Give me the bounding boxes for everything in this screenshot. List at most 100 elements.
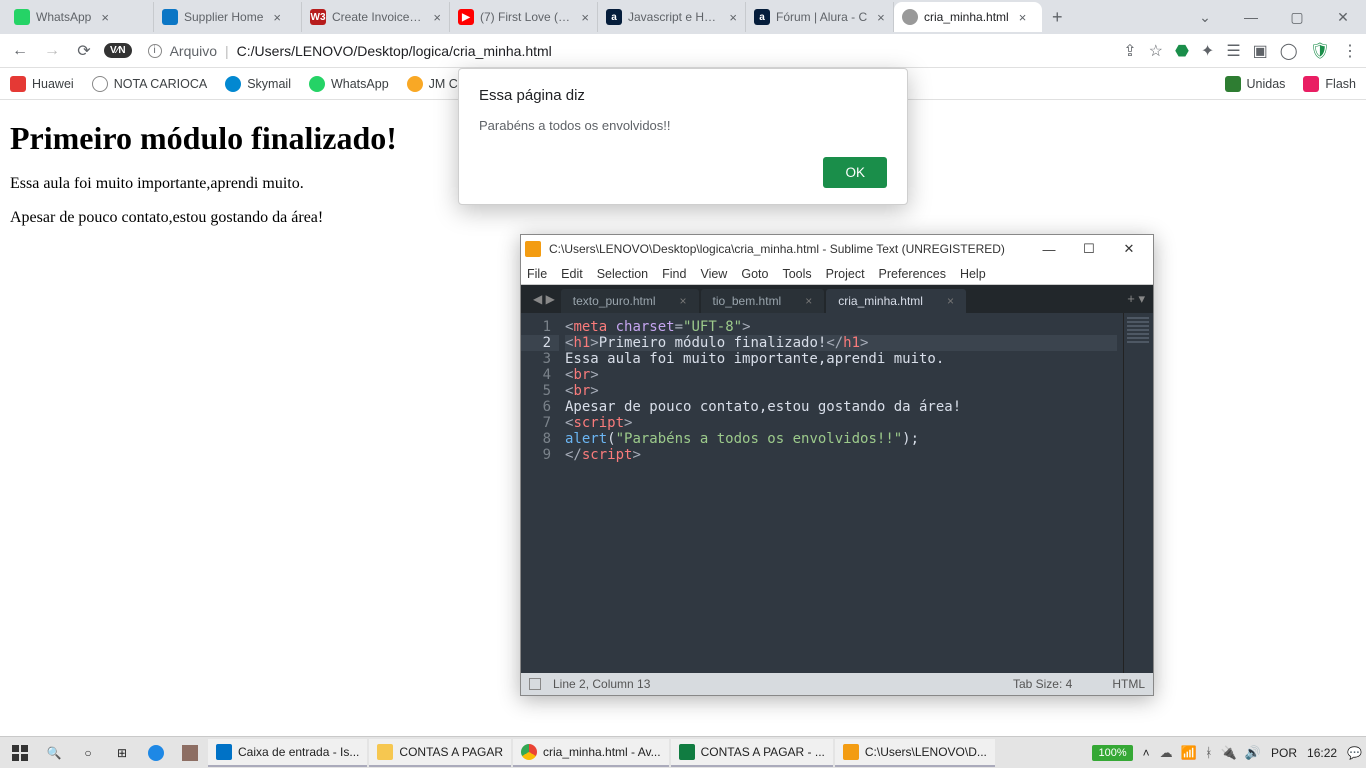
chevron-down-icon[interactable]: ⌄ [1182,0,1228,34]
tab-size-button[interactable]: Tab Size: 4 [1013,677,1072,691]
line-number: 1 [521,319,551,335]
notifications-icon[interactable]: 💬 [1347,746,1362,760]
sublime-tab-active[interactable]: cria_minha.html× [826,289,966,313]
minimap[interactable] [1123,313,1153,673]
pinned-app[interactable] [174,739,206,767]
browser-tab[interactable]: a Javascript e HTM × [598,2,746,32]
bluetooth-icon[interactable]: ᚼ [1205,745,1213,761]
menu-find[interactable]: Find [662,267,686,281]
reload-button[interactable]: ⟳ [72,39,96,63]
share-icon[interactable]: ⇪ [1123,41,1136,61]
forward-button[interactable]: → [40,39,64,63]
language-indicator[interactable]: POR [1271,746,1297,760]
menu-project[interactable]: Project [826,267,865,281]
browser-tab-active[interactable]: cria_minha.html × [894,2,1042,32]
menu-icon[interactable]: ⋮ [1342,41,1358,61]
taskbar-item-outlook[interactable]: Caixa de entrada - Is... [208,739,367,767]
bookmark-huawei[interactable]: Huawei [10,76,74,92]
menu-selection[interactable]: Selection [597,267,648,281]
tab-close-icon[interactable]: × [805,294,812,308]
window-close-button[interactable]: ✕ [1109,241,1149,257]
battery-indicator[interactable]: 100% [1092,745,1132,761]
task-view-icon[interactable]: ⊞ [106,739,138,767]
syntax-button[interactable]: HTML [1112,677,1145,691]
bookmark-jm[interactable]: JM Co [407,76,465,92]
url-input[interactable]: i Arquivo | C:/Users/LENOVO/Desktop/logi… [140,43,1116,59]
menu-file[interactable]: File [527,267,547,281]
menu-tools[interactable]: Tools [782,267,811,281]
clock[interactable]: 16:22 [1307,746,1337,760]
reading-list-icon[interactable]: ☰ [1226,41,1240,61]
sublime-tab[interactable]: texto_puro.html× [561,289,699,313]
onedrive-icon[interactable]: ☁ [1160,745,1173,761]
tab-nav-arrows[interactable]: ◀ ▶ [527,292,561,306]
favicon-alura: a [606,9,622,25]
panel-toggle-icon[interactable] [529,678,541,690]
bookmark-icon [309,76,325,92]
sublime-tab[interactable]: tio_bem.html× [701,289,825,313]
pinned-app[interactable] [140,739,172,767]
alert-title: Essa página diz [479,87,887,104]
power-icon[interactable]: 🔌 [1221,745,1237,761]
taskbar-item-folder[interactable]: CONTAS A PAGAR [369,739,511,767]
menu-preferences[interactable]: Preferences [879,267,946,281]
tab-overflow-icon[interactable]: + ▾ [1119,291,1153,307]
window-maximize-button[interactable]: ▢ [1274,0,1320,34]
browser-tab[interactable]: WhatsApp × [6,2,154,32]
window-minimize-button[interactable]: — [1029,242,1069,257]
new-tab-button[interactable]: + [1042,7,1073,28]
tab-close-icon[interactable]: × [273,10,281,25]
browser-tab[interactable]: ▶ (7) First Love (Sp × [450,2,598,32]
adblock-icon[interactable]: 🛡 [1310,41,1330,61]
profile-icon[interactable]: ◯ [1280,41,1298,61]
sublime-menu-bar: File Edit Selection Find View Goto Tools… [521,263,1153,285]
search-icon[interactable]: 🔍 [38,739,70,767]
bookmark-skymail[interactable]: Skymail [225,76,291,92]
tab-close-icon[interactable]: × [729,10,737,25]
line-number: 4 [521,367,551,383]
browser-tab[interactable]: Supplier Home × [154,2,302,32]
cortana-icon[interactable]: ○ [72,739,104,767]
back-button[interactable]: ← [8,39,32,63]
sublime-title-bar[interactable]: C:\Users\LENOVO\Desktop\logica\cria_minh… [521,235,1153,263]
star-icon[interactable]: ☆ [1149,41,1163,61]
tab-close-icon[interactable]: × [433,10,441,25]
volume-icon[interactable]: 🔊 [1245,745,1261,761]
menu-view[interactable]: View [700,267,727,281]
bookmark-unidas[interactable]: Unidas [1225,76,1286,92]
taskbar-item-chrome[interactable]: cria_minha.html - Av... [513,739,669,767]
bookmark-label: WhatsApp [331,77,389,91]
taskbar-item-excel[interactable]: CONTAS A PAGAR - ... [671,739,833,767]
code-editor[interactable]: <meta charset="UFT-8"> <h1>Primeiro módu… [559,313,1123,673]
menu-help[interactable]: Help [960,267,986,281]
tray-chevron-icon[interactable]: ˄ [1143,746,1150,760]
bookmark-nota-carioca[interactable]: NOTA CARIOCA [92,76,208,92]
bookmark-label: Huawei [32,77,74,91]
line-number: 7 [521,415,551,431]
tab-close-icon[interactable]: × [680,294,687,308]
tab-overview-icon[interactable]: ▣ [1253,41,1268,61]
favicon [162,9,178,25]
taskbar-item-sublime[interactable]: C:\Users\LENOVO\D... [835,739,995,767]
extensions-icon[interactable]: ✦ [1201,41,1214,61]
menu-edit[interactable]: Edit [561,267,583,281]
start-button[interactable] [4,739,36,767]
tab-close-icon[interactable]: × [101,10,109,25]
shield-icon[interactable]: ⬣ [1175,41,1189,61]
tab-close-icon[interactable]: × [1019,10,1027,25]
wifi-icon[interactable]: 📶 [1181,745,1197,761]
browser-tab[interactable]: W3 Create Invoice - e × [302,2,450,32]
menu-goto[interactable]: Goto [741,267,768,281]
alert-ok-button[interactable]: OK [823,157,887,188]
window-close-button[interactable]: ✕ [1320,0,1366,34]
tab-close-icon[interactable]: × [947,294,954,308]
tab-close-icon[interactable]: × [581,10,589,25]
tab-close-icon[interactable]: × [877,10,885,25]
url-scheme: Arquivo [170,43,217,59]
window-maximize-button[interactable]: ☐ [1069,241,1109,257]
vpn-badge[interactable]: V⁄N [104,43,132,58]
window-minimize-button[interactable]: — [1228,0,1274,34]
bookmark-flash[interactable]: Flash [1303,76,1356,92]
browser-tab[interactable]: a Fórum | Alura - C × [746,2,894,32]
bookmark-whatsapp[interactable]: WhatsApp [309,76,389,92]
